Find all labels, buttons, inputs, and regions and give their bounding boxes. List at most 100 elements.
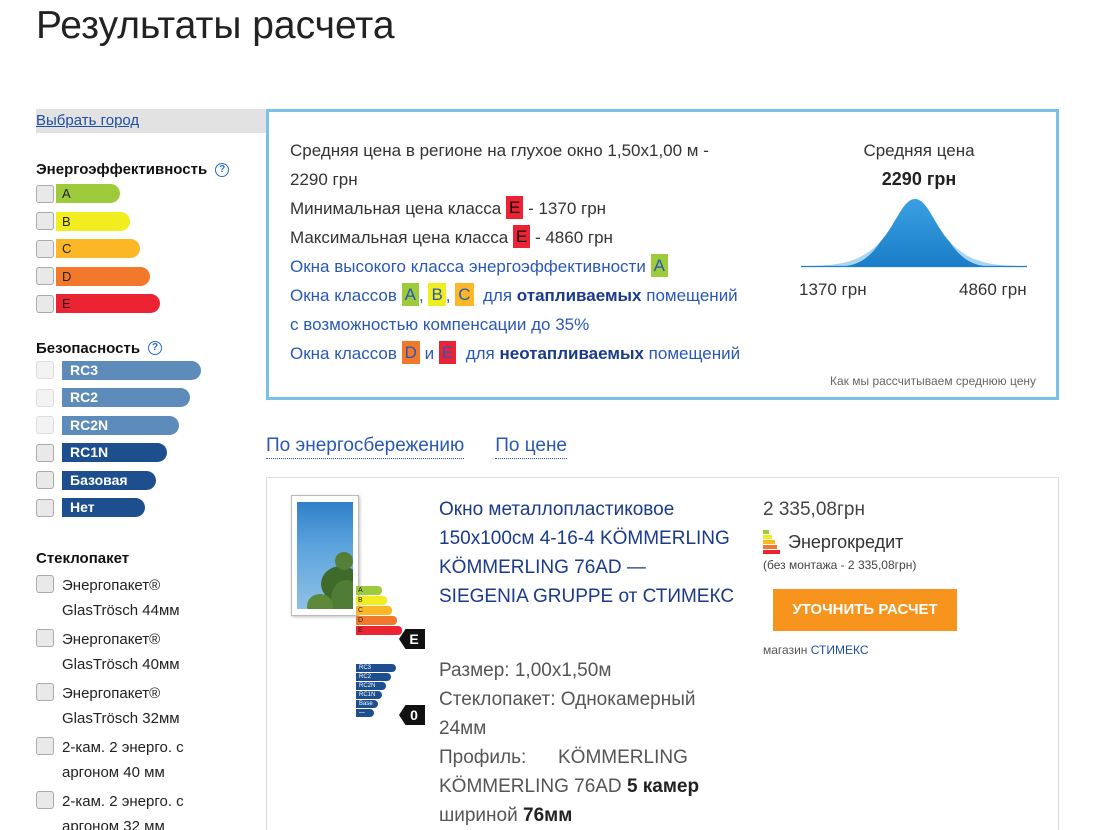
checkbox[interactable] [36,574,54,593]
energy-bar-a: A [56,184,120,204]
energy-bar-e: E [56,294,160,314]
checkbox[interactable] [36,498,54,517]
spec-profile: Профиль: KÖMMERLING KÖMMERLING 76AD 5 ка… [439,743,739,830]
checkbox[interactable] [36,416,54,435]
glass-label-line: GlasTrösch 32мм [62,709,180,727]
energy-filter-c[interactable]: C [36,235,266,263]
energy-bar-b: B [56,211,130,231]
page-title: Результаты расчета [36,4,395,47]
checkbox[interactable] [36,736,54,755]
checkbox[interactable] [36,628,54,647]
unheated-bold: неотапливаемых [499,344,644,363]
energy-filter-e[interactable]: E [36,290,266,318]
shop-line: магазин СТИМЕКС [763,643,1003,657]
glass-filter-title: Стеклопакет [36,550,266,567]
product-title-link[interactable]: Окно металлопластиковое 150х100см 4-16-4… [439,495,739,611]
unheated-prefix: Окна классов [290,344,397,363]
sort-by-energy-tab[interactable]: По энергосбережению [266,435,465,459]
product-price: 2 335,08грн [763,499,865,520]
energy-help-icon[interactable]: ? [215,162,230,177]
spec-size: Размер: 1,00х1,50м [439,660,612,681]
glass-filter-item[interactable]: Энергопакет® GlasTrösch 32мм [36,681,266,731]
product-image[interactable] [291,495,359,616]
security-filter-rc2n[interactable]: RC2N [36,412,266,440]
security-filter-title: Безопасность ? [36,340,266,357]
glass-filter-item-label: Энергопакет® GlasTrösch 32мм [62,681,180,731]
min-price-line: Минимальная цена класса E - 1370 грн [290,194,785,223]
glass-filter-label: Стеклопакет [36,549,130,567]
checkbox[interactable] [36,682,54,701]
clarify-calculation-button[interactable]: УТОЧНИТЬ РАСЧЕТ [773,589,957,631]
class-badge-c: C [455,283,474,306]
security-filter-rc3[interactable]: RC3 [36,357,266,385]
city-bar: Выбрать город [36,109,266,133]
separator: , [418,286,424,305]
mini-energy-bar: B [356,596,387,605]
energy-filter-b[interactable]: B [36,208,266,236]
avg-price-line: Средняя цена в регионе на глухое окно 1,… [290,136,785,194]
checkbox[interactable] [36,388,54,407]
class-badge-e: E [506,196,524,219]
product-specs: Размер: 1,00х1,50м Стеклопакет: Однокаме… [439,656,739,830]
class-badge-a: A [401,283,419,306]
security-bar-rc2: RC2 [62,388,190,408]
high-class-link[interactable]: Окна высокого класса энергоэффективности… [290,252,785,281]
energy-class-badge: E [399,629,425,649]
mini-energy-bar: C [356,606,392,615]
checkbox[interactable] [36,443,54,462]
unheated-classes-link[interactable]: Окна классов D и E для неотапливаемых по… [290,339,785,368]
avg-price-label: Средняя цена [863,141,975,160]
unheated-suffix: помещений [648,344,741,363]
avg-price-value-text: 2290 грн [290,170,358,189]
security-filter-rc1n[interactable]: RC1N [36,439,266,467]
security-filter-base[interactable]: Базовая [36,467,266,495]
mini-security-bar: — [356,709,374,717]
checkbox[interactable] [36,239,54,258]
glass-filter-item-label: Энергопакет® GlasTrösch 44мм [62,573,180,623]
checkbox[interactable] [36,184,54,203]
checkbox[interactable] [36,790,54,809]
energy-credit[interactable]: Энергокредит [763,527,1003,557]
security-filter-rc2[interactable]: RC2 [36,384,266,412]
shop-link[interactable]: СТИМЕКС [811,643,869,657]
max-price-prefix: Максимальная цена класса [290,228,509,247]
security-filter-none[interactable]: Нет [36,494,266,522]
profile-prefix: Профиль: [439,747,527,768]
checkbox[interactable] [36,212,54,231]
profile-width: 76мм [523,805,573,826]
security-help-icon[interactable]: ? [148,341,163,355]
security-filter-list: RC3 RC2 RC2N RC1N Базовая Нет [36,357,266,522]
choose-city-link[interactable]: Выбрать город [36,112,139,129]
credit-note: (без монтажа - 2 335,08грн) [763,558,917,572]
min-price-label: 1370 грн [799,280,867,299]
glass-label-line: GlasTrösch 40мм [62,655,180,673]
window-photo [297,502,353,609]
security-class-label: RC3 RC2 RC2N RC1N Base — 0 [356,664,425,725]
heated-prefix: Окна классов [290,286,397,305]
price-distribution-curve [801,199,1027,268]
security-filter-label: Безопасность [36,339,141,357]
security-bar-rc1n: RC1N [62,443,167,463]
mini-security-bar: RC2N [356,682,386,690]
glass-filter-item-label: Энергопакет® GlasTrösch 40мм [62,627,180,677]
checkbox[interactable] [36,471,54,490]
sort-by-price-tab[interactable]: По цене [495,435,568,459]
max-price-label: 4860 грн [959,280,1027,299]
glass-filter-item[interactable]: Энергопакет® GlasTrösch 44мм [36,573,266,623]
checkbox[interactable] [36,267,54,286]
glass-filter-item[interactable]: Энергопакет® GlasTrösch 40мм [36,627,266,677]
heated-classes-link[interactable]: Окна классов A, B, C для отапливаемых по… [290,281,785,339]
glass-label-line: Энергопакет® [62,630,161,648]
energy-filter-a[interactable]: A [36,180,266,208]
price-info-text: Средняя цена в регионе на глухое окно 1,… [290,136,785,368]
class-badge-b: B [428,283,446,306]
energy-filter-d[interactable]: D [36,263,266,291]
glass-filter-item[interactable]: 2-кам. 2 энерго. с аргоном 40 мм [36,735,266,785]
checkbox[interactable] [36,294,54,313]
mini-security-bar: Base [356,700,378,708]
heated-for: для [483,286,513,305]
checkbox[interactable] [36,361,54,380]
calc-method-link[interactable]: Как мы рассчитываем среднюю цену [830,374,1036,388]
glass-label-line: аргоном 32 мм [62,817,165,830]
glass-filter-item[interactable]: 2-кам. 2 энерго. с аргоном 32 мм [36,789,266,830]
